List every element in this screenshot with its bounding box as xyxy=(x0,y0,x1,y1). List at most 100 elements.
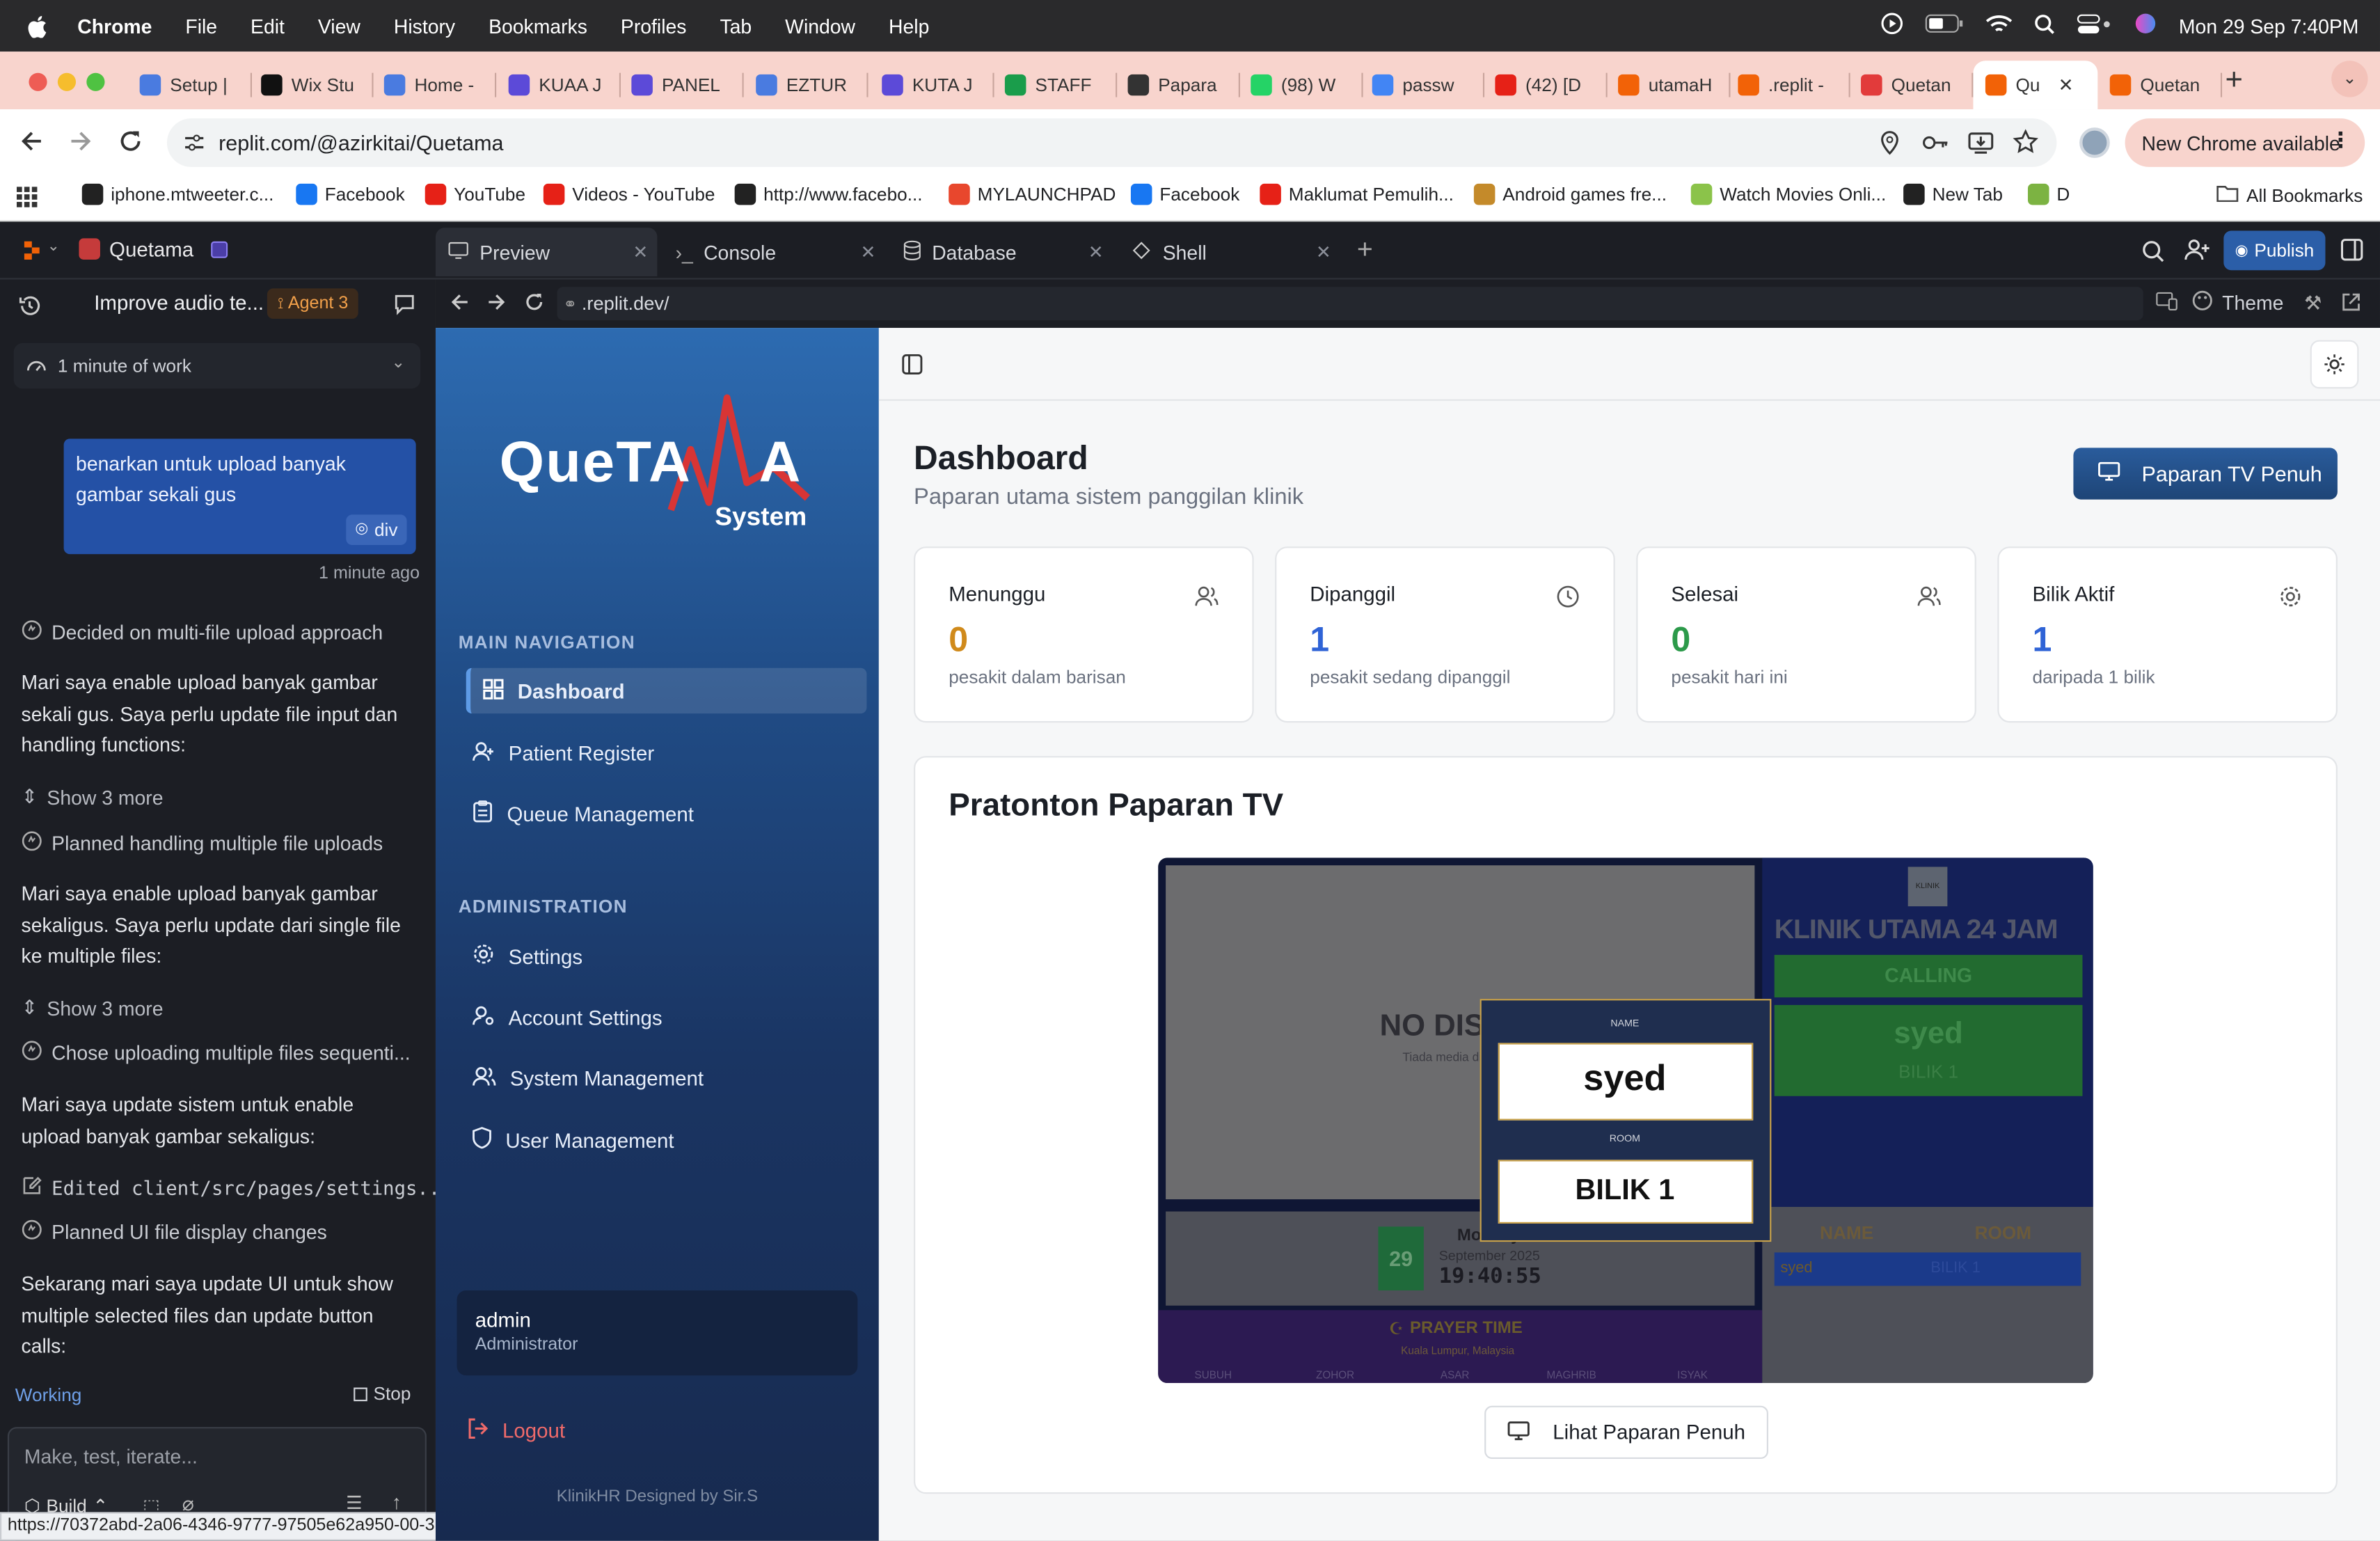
nav-patient-register[interactable]: Patient Register xyxy=(466,730,868,775)
agent-edit-step[interactable]: Edited client/src/pages/settings.... xyxy=(22,1175,463,1201)
wifi-icon[interactable] xyxy=(1986,13,2013,39)
window-maximize-button[interactable] xyxy=(86,72,105,91)
window-minimize-button[interactable] xyxy=(57,72,77,91)
bookmark-item[interactable]: YouTube xyxy=(425,183,525,205)
stat-card-active-rooms[interactable]: Bilik Aktif 1 daripada 1 bilik xyxy=(1997,546,2338,723)
more-vert-icon[interactable]: ⋮ xyxy=(2330,127,2351,153)
menubar-datetime[interactable]: Mon 29 Sep 7:40PM xyxy=(2179,15,2359,38)
user-profile-box[interactable]: admin Administrator xyxy=(457,1290,858,1376)
chevron-down-icon[interactable]: ⌄ xyxy=(47,238,60,255)
devices-icon[interactable] xyxy=(2155,292,2178,316)
thread-title[interactable]: Improve audio te... xyxy=(94,292,264,315)
settings-sliders-icon[interactable]: ☰ xyxy=(346,1492,362,1514)
browser-tab[interactable]: KUTA J xyxy=(876,64,994,106)
send-icon[interactable]: ↑ xyxy=(392,1491,402,1514)
new-tab-button[interactable]: + xyxy=(2226,64,2243,99)
browser-tab[interactable]: STAFF xyxy=(999,64,1118,106)
window-close-button[interactable] xyxy=(29,72,47,91)
stat-card-called[interactable]: Dipanggil 1 pesakit sedang dipanggil xyxy=(1275,546,1615,723)
browser-tab[interactable]: Quetan xyxy=(1855,64,1974,106)
bookmark-item[interactable]: D xyxy=(2027,183,2070,205)
tab-shell[interactable]: Shell ✕ xyxy=(1118,228,1340,276)
nav-account-settings[interactable]: Account Settings xyxy=(466,995,868,1040)
browser-tab[interactable]: .replit - xyxy=(1732,64,1850,106)
devtools-wrench-icon[interactable]: ⚒ xyxy=(2304,292,2322,316)
theme-toggle-sun-icon[interactable] xyxy=(2310,340,2359,389)
bookmark-item[interactable]: iphone.mtweeter.c... xyxy=(81,183,273,205)
back-icon[interactable] xyxy=(18,127,45,162)
menu-help[interactable]: Help xyxy=(889,15,929,38)
menu-tab[interactable]: Tab xyxy=(720,15,752,38)
stat-card-completed[interactable]: Selesai 0 pesakit hari ini xyxy=(1636,546,1976,723)
open-new-tab-icon[interactable] xyxy=(2340,292,2362,317)
password-key-icon[interactable] xyxy=(1921,131,1949,159)
browser-tab[interactable]: utamaH xyxy=(1612,64,1731,106)
menu-view[interactable]: View xyxy=(318,15,360,38)
spotlight-search-icon[interactable] xyxy=(2035,13,2056,39)
quetama-logo[interactable]: QueTA A System xyxy=(496,388,823,540)
tab-search-button[interactable]: ⌄ xyxy=(2331,61,2368,97)
browser-tab[interactable]: PANEL xyxy=(626,64,744,106)
view-full-display-button[interactable]: Lihat Paparan Penuh xyxy=(1484,1405,1769,1460)
agent-step[interactable]: Planned UI file display changes xyxy=(22,1219,327,1244)
stop-button[interactable]: Stop xyxy=(354,1383,411,1405)
address-bar[interactable]: replit.com/@azirkitai/Quetama xyxy=(166,118,2057,167)
bookmark-item[interactable]: Facebook xyxy=(1130,183,1239,205)
panel-toggle-icon[interactable] xyxy=(2340,238,2363,265)
preview-url[interactable]: .replit.dev/ xyxy=(582,293,669,315)
stat-card-waiting[interactable]: Menunggu 0 pesakit dalam barisan xyxy=(914,546,1254,723)
element-tag[interactable]: ◎ div xyxy=(346,514,407,546)
tv-fullscreen-button[interactable]: Paparan TV Penuh xyxy=(2073,448,2338,500)
nav-settings[interactable]: Settings xyxy=(466,933,868,979)
tv-display-preview[interactable]: NO DISP Tiada media di KLINIK KLINIK UTA… xyxy=(1158,858,2093,1384)
preview-url-field[interactable]: ⚭ .replit.dev/ xyxy=(557,287,2143,321)
browser-tab[interactable]: Qu ✕ xyxy=(1973,61,2098,110)
bookmark-item[interactable]: MYLAUNCHPAD xyxy=(949,183,1116,205)
replit-logo-icon[interactable] xyxy=(22,240,43,266)
history-icon[interactable] xyxy=(18,294,41,322)
nav-system-management[interactable]: System Management xyxy=(466,1055,868,1100)
browser-tab[interactable]: Home - xyxy=(378,64,497,106)
browser-tab[interactable]: (42) [D xyxy=(1489,64,1608,106)
project-name[interactable]: Quetama xyxy=(109,238,193,261)
new-chrome-available-button[interactable]: New Chrome available ⋮ xyxy=(2125,118,2365,167)
browser-tab[interactable]: Papara xyxy=(1122,64,1240,106)
menu-file[interactable]: File xyxy=(185,15,217,38)
forward-icon[interactable] xyxy=(67,127,94,162)
location-icon[interactable] xyxy=(1879,131,1901,159)
profile-avatar[interactable] xyxy=(2079,127,2110,158)
menu-history[interactable]: History xyxy=(394,15,455,38)
reload-icon[interactable] xyxy=(523,292,545,317)
siri-icon[interactable] xyxy=(2135,12,2158,39)
tab-console[interactable]: ›_ Console ✕ xyxy=(663,228,884,276)
browser-tab[interactable]: passw xyxy=(1366,64,1485,106)
install-app-icon[interactable] xyxy=(1967,131,1994,159)
nav-user-management[interactable]: User Management xyxy=(466,1117,868,1162)
sidebar-toggle-icon[interactable] xyxy=(902,354,923,382)
menu-profiles[interactable]: Profiles xyxy=(621,15,687,38)
reload-icon[interactable] xyxy=(117,127,144,162)
menu-app-name[interactable]: Chrome xyxy=(77,15,152,38)
close-icon[interactable]: ✕ xyxy=(633,242,648,263)
browser-tab[interactable]: Setup | xyxy=(134,64,253,106)
show-more-button[interactable]: ⇕ Show 3 more xyxy=(22,785,164,809)
menu-bookmarks[interactable]: Bookmarks xyxy=(489,15,587,38)
bookmark-item[interactable]: Videos - YouTube xyxy=(543,183,715,205)
apps-grid-icon[interactable] xyxy=(16,187,38,212)
battery-icon[interactable] xyxy=(1926,14,1965,38)
url-text[interactable]: replit.com/@azirkitai/Quetama xyxy=(219,131,503,155)
menu-window[interactable]: Window xyxy=(785,15,855,38)
nav-queue-management[interactable]: Queue Management xyxy=(466,791,868,836)
browser-tab[interactable]: KUAA J xyxy=(502,64,621,106)
browser-tab[interactable]: Quetan xyxy=(2104,64,2223,106)
theme-button[interactable]: Theme xyxy=(2192,290,2283,316)
back-icon[interactable] xyxy=(450,292,471,317)
publish-button[interactable]: ◉ Publish xyxy=(2223,230,2326,271)
all-bookmarks[interactable]: All Bookmarks xyxy=(2216,184,2363,207)
search-icon[interactable] xyxy=(2142,240,2165,267)
browser-tab[interactable]: Wix Stu xyxy=(255,64,374,106)
agent-step[interactable]: Chose uploading multiple files sequenti.… xyxy=(22,1040,411,1066)
close-icon[interactable]: ✕ xyxy=(1316,242,1331,263)
logout-button[interactable]: Logout xyxy=(468,1418,565,1444)
close-icon[interactable]: ✕ xyxy=(861,242,876,263)
